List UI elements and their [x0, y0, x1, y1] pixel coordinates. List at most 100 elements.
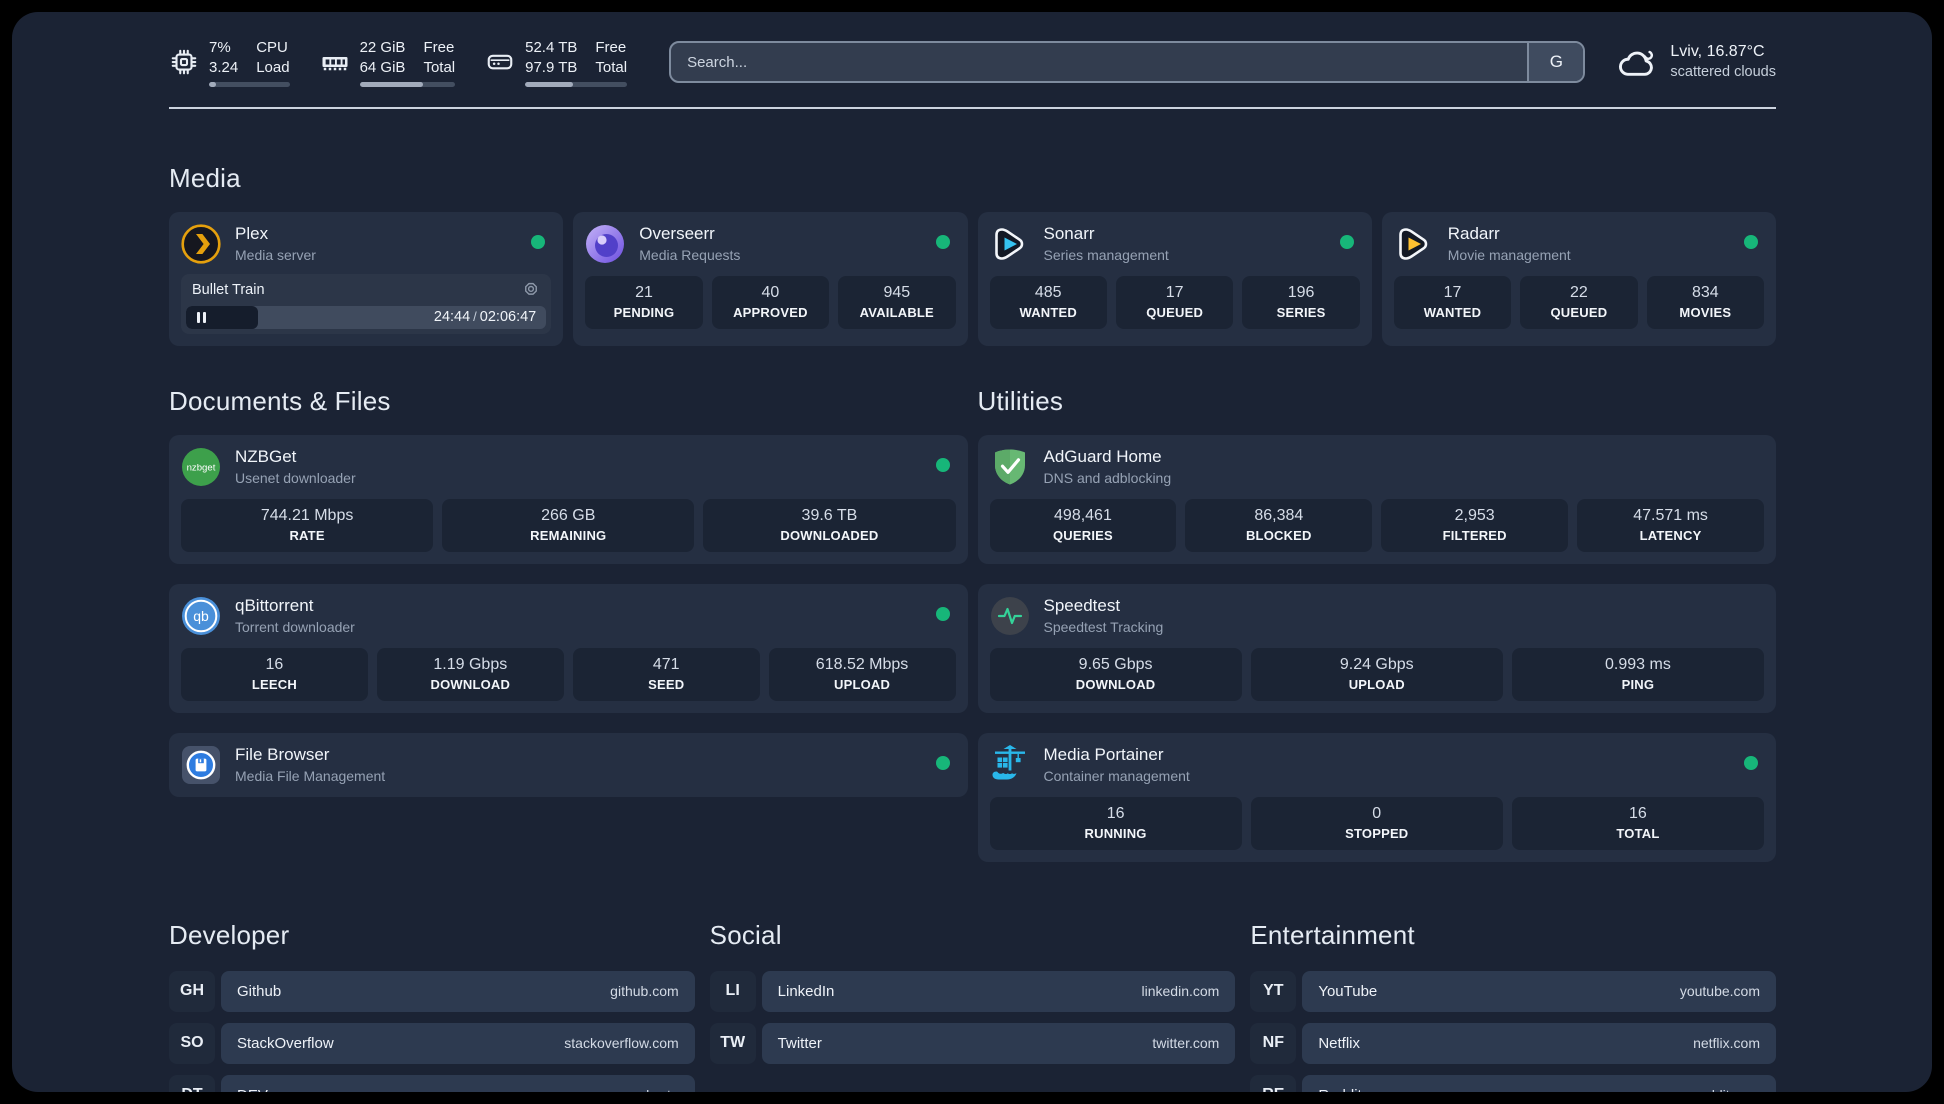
- bookmark-dev[interactable]: DT DEV dev.to: [169, 1074, 695, 1092]
- bookmark-abbr: LI: [709, 970, 756, 1012]
- service-description: Series management: [1043, 246, 1169, 263]
- stat-blocked: 86,384 BLOCKED: [1185, 498, 1373, 552]
- service-card-sonarr[interactable]: Sonarr Series management 485 WANTED 17 Q…: [977, 211, 1372, 346]
- bookmark-stackoverflow[interactable]: SO StackOverflow stackoverflow.com: [169, 1022, 695, 1064]
- svg-text:qb: qb: [193, 608, 209, 624]
- bookmark-domain: netflix.com: [1693, 1035, 1760, 1052]
- disk-values: 52.4 TB 97.9 TB: [525, 39, 578, 76]
- service-description: Media server: [235, 246, 316, 263]
- memory-values: 22 GiB 64 GiB: [359, 39, 406, 76]
- stat-queued: 22 QUEUED: [1520, 275, 1638, 329]
- bookmarks-area: Developer GH Github github.com SO StackO…: [169, 862, 1776, 1092]
- status-online-dot: [935, 457, 950, 472]
- bookmark-name: Reddit: [1318, 1087, 1361, 1092]
- sonarr-icon: [990, 224, 1030, 264]
- bookmark-domain: twitter.com: [1152, 1035, 1220, 1052]
- service-description: Media File Management: [235, 767, 386, 784]
- bookmark-twitter[interactable]: TW Twitter twitter.com: [709, 1022, 1236, 1064]
- status-online-dot: [1339, 234, 1354, 249]
- stat-total: 16 TOTAL: [1511, 796, 1765, 850]
- utilities-column: Utilities AdGuard Home DNS and adblockin…: [977, 346, 1776, 862]
- stat-queued: 17 QUEUED: [1115, 275, 1234, 329]
- service-card-portainer[interactable]: Media Portainer Container management 16 …: [977, 732, 1776, 862]
- section-title-developer: Developer: [169, 919, 290, 950]
- memory-progress-bar: [359, 81, 456, 87]
- bookmark-name: DEV: [237, 1087, 268, 1092]
- filebrowser-icon: [181, 745, 221, 785]
- service-name: Speedtest: [1043, 596, 1121, 616]
- section-title-social: Social: [709, 919, 782, 950]
- status-online-dot: [531, 234, 546, 249]
- section-title-media: Media: [169, 162, 241, 193]
- plex-icon: [181, 223, 221, 264]
- portainer-icon: [990, 744, 1030, 785]
- bookmark-youtube[interactable]: YT YouTube youtube.com: [1250, 970, 1776, 1012]
- documents-column: Documents & Files nzbget NZBGet Usenet d…: [169, 346, 968, 797]
- weather-condition: scattered clouds: [1670, 64, 1776, 81]
- service-card-plex[interactable]: Plex Media server Bullet Train 24:44 / 0…: [169, 211, 564, 346]
- service-card-adguard[interactable]: AdGuard Home DNS and adblocking 498,461 …: [977, 434, 1776, 564]
- service-card-nzbget[interactable]: nzbget NZBGet Usenet downloader 744.21 M…: [169, 434, 968, 564]
- bookmark-abbr: NF: [1250, 1022, 1297, 1064]
- bookmark-abbr: RE: [1250, 1074, 1297, 1092]
- radarr-icon: [1394, 224, 1434, 264]
- adguard-icon: [990, 447, 1030, 487]
- service-name: Plex: [235, 224, 269, 244]
- service-description: Speedtest Tracking: [1043, 618, 1164, 635]
- service-card-radarr[interactable]: Radarr Movie management 17 WANTED 22 QUE…: [1381, 211, 1776, 346]
- bookmark-reddit[interactable]: RE Reddit reddit.com: [1250, 1074, 1776, 1092]
- service-name: Media Portainer: [1043, 745, 1164, 765]
- bookmark-github[interactable]: GH Github github.com: [169, 970, 695, 1012]
- stat-running: 16 RUNNING: [989, 796, 1242, 850]
- bookmark-domain: dev.to: [642, 1087, 679, 1092]
- service-description: Torrent downloader: [235, 618, 355, 635]
- stat-queries: 498,461 QUERIES: [989, 498, 1177, 552]
- playback-time: 24:44/02:06:47: [433, 309, 537, 326]
- status-online-dot: [935, 606, 950, 621]
- memory-widget: 22 GiB 64 GiB Free Total: [320, 38, 456, 87]
- bookmark-netflix[interactable]: NF Netflix netflix.com: [1250, 1022, 1776, 1064]
- status-online-dot: [935, 234, 950, 249]
- service-name: File Browser: [235, 745, 330, 765]
- disk-progress-bar: [525, 81, 628, 87]
- svg-text:nzbget: nzbget: [187, 462, 216, 473]
- bookmark-domain: reddit.com: [1695, 1087, 1760, 1092]
- header-divider: [169, 106, 1776, 109]
- bookmark-group-entertainment: Entertainment YT YouTube youtube.com NF …: [1250, 862, 1776, 1092]
- disk-icon: [485, 47, 515, 77]
- section-title-documents: Documents & Files: [169, 385, 391, 416]
- cpu-icon: [169, 47, 199, 77]
- stat-upload: 618.52 Mbps UPLOAD: [768, 647, 956, 701]
- cpu-progress-bar: [209, 81, 290, 87]
- disk-labels: Free Total: [595, 39, 628, 76]
- stat-upload: 9.24 Gbps UPLOAD: [1250, 647, 1503, 701]
- service-name: qBittorrent: [235, 596, 314, 616]
- stat-stopped: 0 STOPPED: [1250, 796, 1503, 850]
- bookmark-name: StackOverflow: [237, 1034, 334, 1052]
- service-name: AdGuard Home: [1043, 447, 1162, 467]
- qbittorrent-icon: qb: [181, 596, 221, 636]
- top-bar: 7% 3.24 CPU Load 22 GiB 64 GiB Free Tota…: [169, 38, 1776, 87]
- playback-progress-bar: 24:44/02:06:47: [186, 305, 547, 329]
- plex-now-playing: Bullet Train 24:44/02:06:47: [181, 274, 551, 334]
- status-online-dot: [1744, 234, 1758, 249]
- search-input[interactable]: [671, 43, 1528, 82]
- disk-widget: 52.4 TB 97.9 TB Free Total: [485, 38, 628, 87]
- nzbget-icon: nzbget: [181, 447, 221, 487]
- memory-labels: Free Total: [423, 39, 456, 76]
- now-playing-title: Bullet Train: [192, 281, 265, 298]
- service-card-speedtest[interactable]: Speedtest Speedtest Tracking 9.65 Gbps D…: [977, 583, 1776, 713]
- bookmark-domain: github.com: [610, 983, 679, 1000]
- service-card-qbittorrent[interactable]: qb qBittorrent Torrent downloader 16 LEE…: [169, 583, 968, 713]
- search-provider-button[interactable]: G: [1527, 43, 1584, 82]
- bookmark-abbr: YT: [1250, 970, 1297, 1012]
- media-cards-row: Plex Media server Bullet Train 24:44 / 0…: [169, 211, 1776, 346]
- bookmark-abbr: DT: [169, 1074, 215, 1092]
- cpu-values: 7% 3.24: [209, 39, 239, 76]
- service-card-overseerr[interactable]: Overseerr Media Requests 21 PENDING 40 A…: [573, 211, 968, 346]
- bookmark-linkedin[interactable]: LI LinkedIn linkedin.com: [709, 970, 1236, 1012]
- bookmark-name: Twitter: [777, 1034, 822, 1052]
- bookmark-abbr: TW: [709, 1022, 756, 1064]
- bookmark-group-developer: Developer GH Github github.com SO StackO…: [169, 862, 695, 1092]
- service-card-filebrowser[interactable]: File Browser Media File Management: [169, 732, 968, 797]
